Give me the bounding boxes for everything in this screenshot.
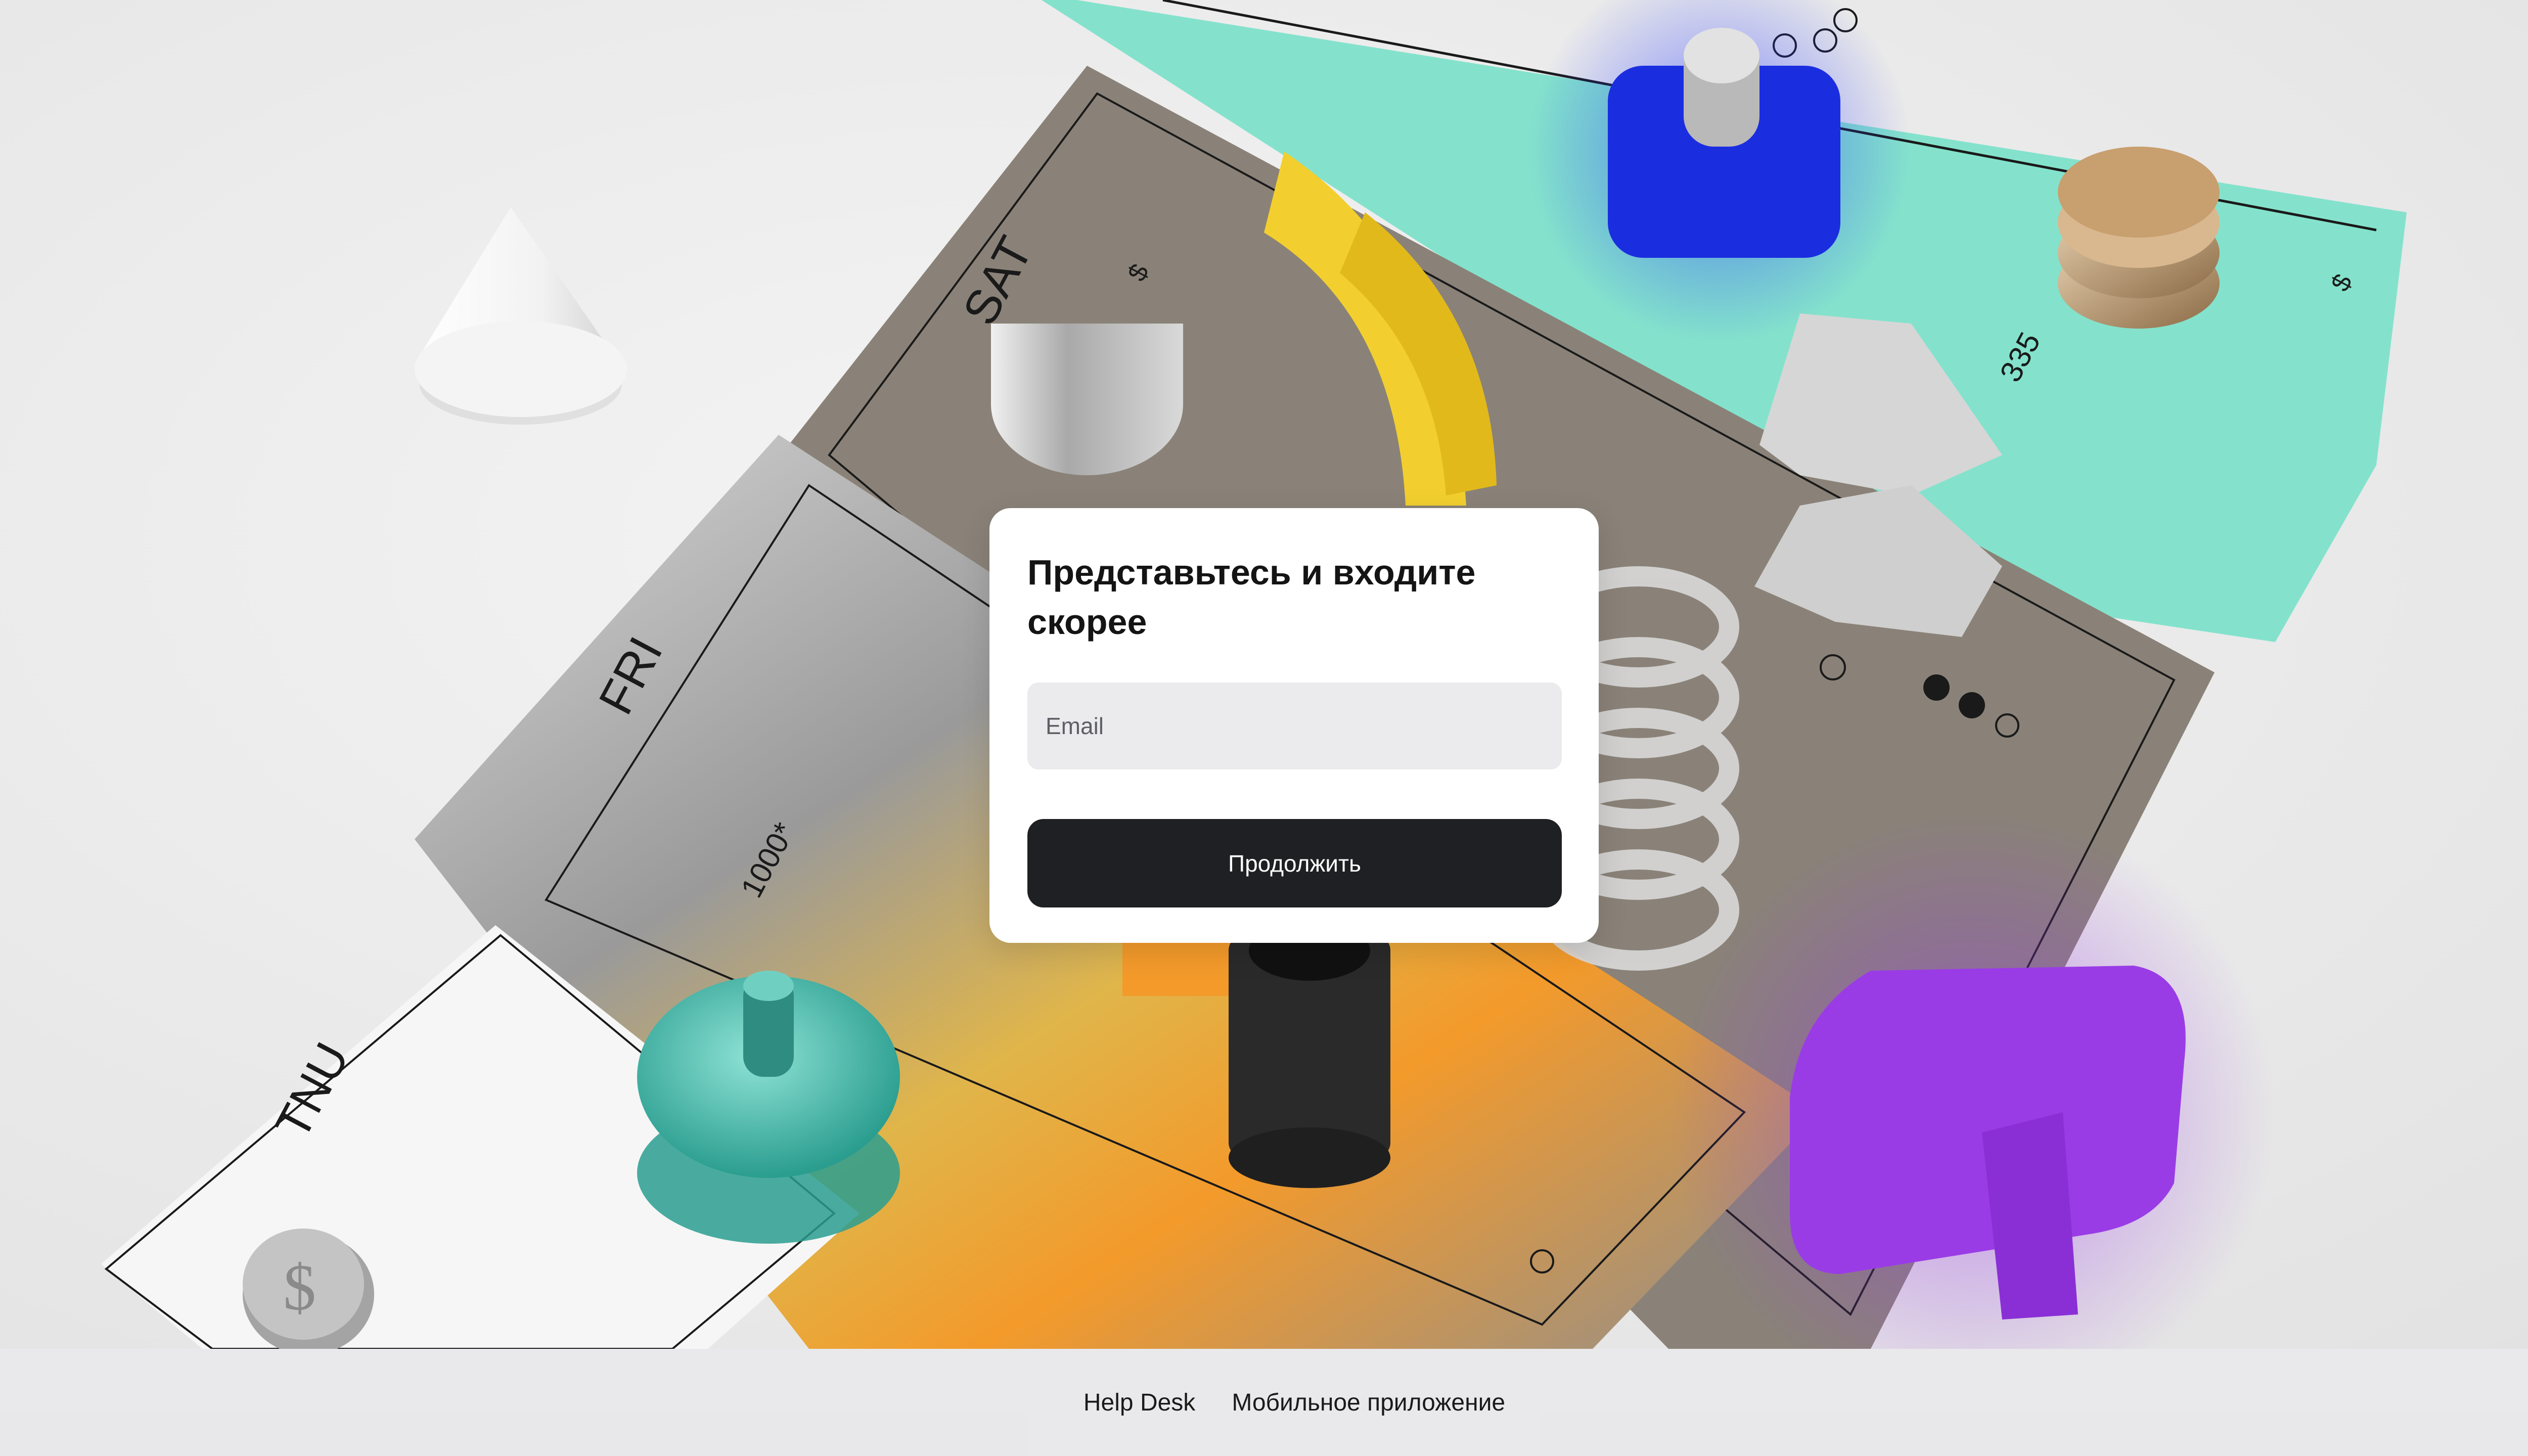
email-field[interactable] [1027, 682, 1562, 769]
login-title: Представьтесь и входите скорее [1027, 553, 1476, 642]
continue-button[interactable]: Продолжить [1027, 819, 1562, 907]
login-page: SAT FRI TNU 1000* 335 $ $ $ Представьтес… [0, 0, 2528, 1456]
help-desk-link[interactable]: Help Desk [1084, 1389, 1195, 1417]
svg-text:$: $ [283, 1251, 316, 1324]
footer: Help Desk Мобильное приложение [0, 1349, 2528, 1456]
login-card: Представьтесь и входите скорее Продолжит… [989, 508, 1599, 943]
mobile-app-link[interactable]: Мобильное приложение [1232, 1389, 1505, 1417]
